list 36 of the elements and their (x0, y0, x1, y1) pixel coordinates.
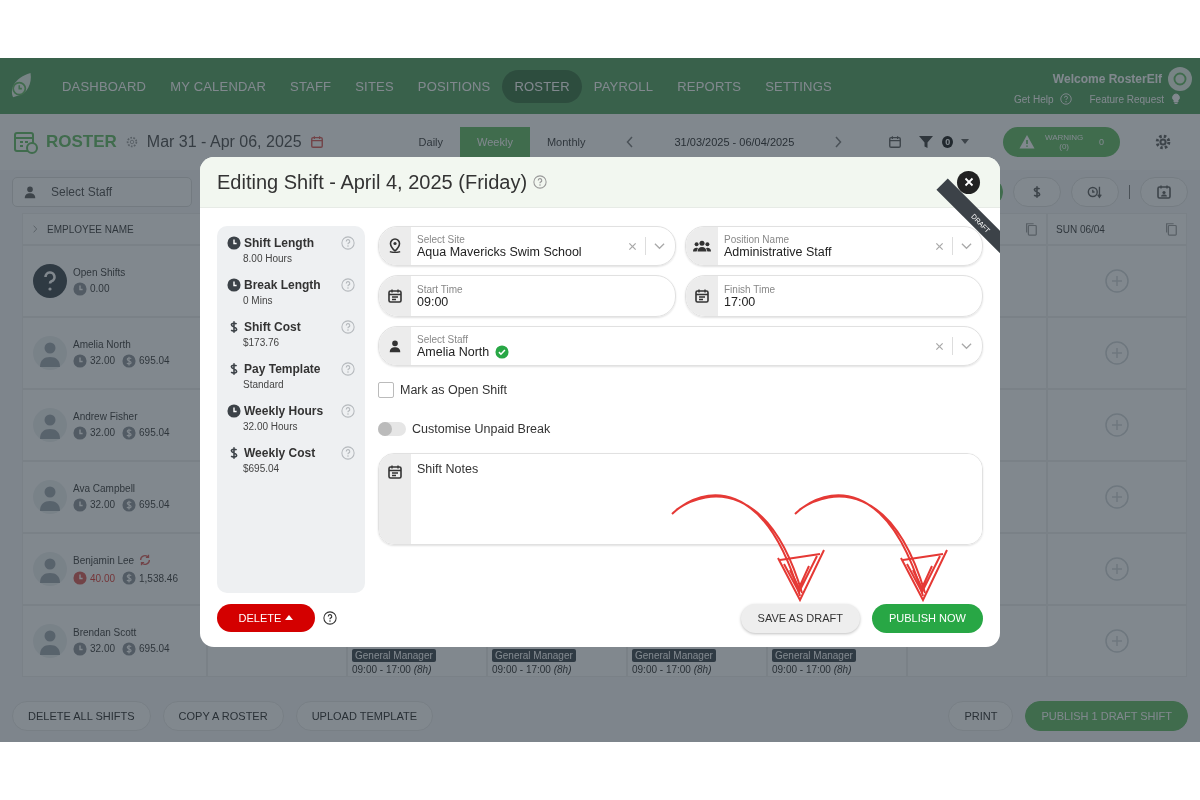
cost-text: 695.04 (139, 499, 170, 510)
shift-time-text: 09:00 - 17:00 (8h) (352, 664, 432, 675)
shift-time-text: 09:00 - 17:00 (8h) (492, 664, 572, 675)
stat-value: 8.00 Hours (243, 253, 293, 264)
stat-value: 0 Mins (243, 295, 274, 306)
stat-label: Break Length (244, 278, 321, 292)
toggle-label: Customise Unpaid Break (412, 422, 551, 436)
stat-label: Shift Cost (244, 320, 301, 334)
week-range-text: Mar 31 - Apr 06, 2025 (146, 133, 302, 151)
column-header: SUN 06/04 (1056, 223, 1105, 235)
hours-text: 32.00 (90, 643, 116, 654)
stat-label: Weekly Cost (244, 446, 316, 460)
page-title: ROSTER (46, 132, 117, 152)
modal-title: Editing Shift - April 4, 2025 (Friday) (217, 170, 528, 194)
cost-text: 695.04 (139, 643, 170, 654)
checkbox-label: Mark as Open Shift (400, 383, 507, 397)
hours-text: 32.00 (90, 499, 116, 510)
cost-text: 695.04 (139, 355, 170, 366)
stat-value: 32.00 Hours (243, 421, 299, 432)
stat-value: $173.76 (243, 337, 281, 348)
cost-text: 1,538.46 (139, 572, 178, 584)
stat-label: Weekly Hours (244, 404, 324, 418)
stat-value: Standard (243, 379, 285, 390)
welcome-text: Welcome RosterElf (1052, 72, 1162, 86)
column-header: EMPLOYEE NAME (47, 223, 134, 235)
stat-label: Pay Template (244, 362, 321, 376)
hours-text: 40.00 (90, 572, 116, 584)
shift-time-text: 09:00 - 17:00 (8h) (772, 664, 852, 675)
hours-text: 32.00 (90, 355, 116, 366)
shift-time-text: 09:00 - 17:00 (8h) (632, 664, 712, 675)
cost-text: 695.04 (139, 427, 170, 438)
stat-label: Shift Length (244, 236, 314, 250)
filter-count-badge: 0 (942, 136, 954, 148)
hours-text: 32.00 (90, 427, 116, 438)
hours-text: 0.00 (90, 283, 110, 294)
stat-value: $695.04 (243, 463, 281, 474)
